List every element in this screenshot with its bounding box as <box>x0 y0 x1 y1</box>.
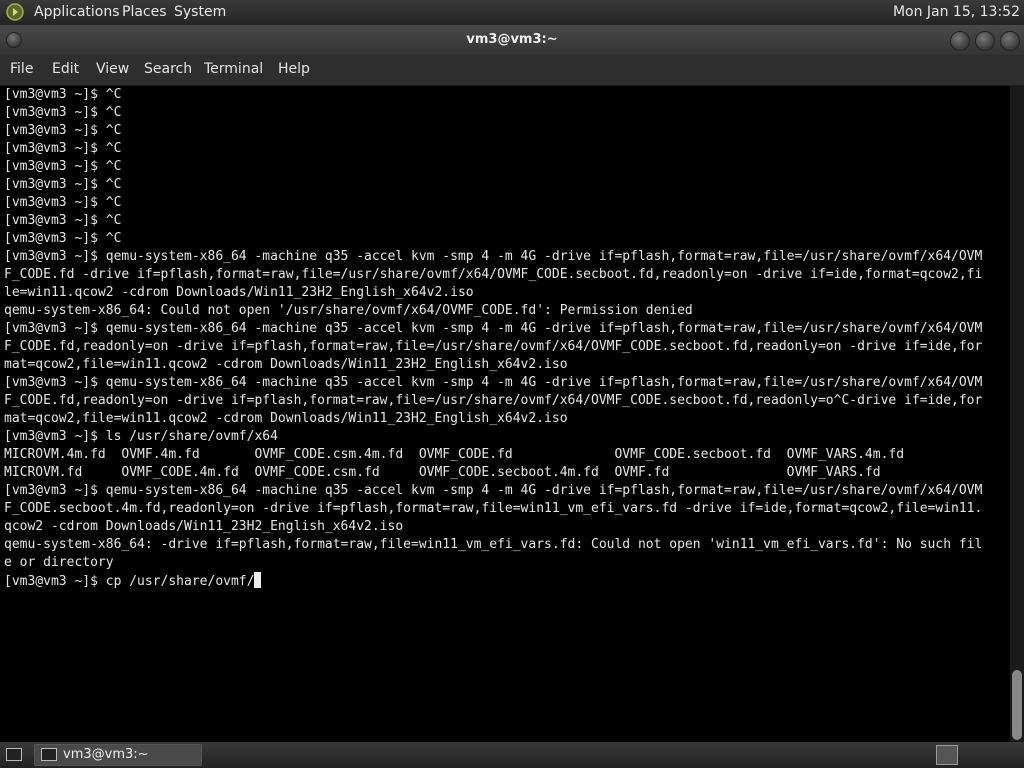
system-menu[interactable]: System <box>174 4 226 20</box>
terminal-line: [vm3@vm3 ~]$ qemu-system-x86_64 -machine… <box>4 249 983 264</box>
close-button[interactable] <box>1000 31 1020 51</box>
menu-terminal[interactable]: Terminal <box>204 61 263 77</box>
terminal-line: [vm3@vm3 ~]$ ^C <box>4 105 122 120</box>
workspace-switcher-icon[interactable] <box>936 745 958 765</box>
terminal-line: qemu-system-x86_64: -drive if=pflash,for… <box>4 537 983 552</box>
terminal-prompt-line[interactable]: [vm3@vm3 ~]$ cp /usr/share/ovmf/ <box>4 574 254 589</box>
scrollbar-thumb[interactable] <box>1012 670 1022 740</box>
terminal-line: mat=qcow2,file=win11.qcow2 -cdrom Downlo… <box>4 357 568 372</box>
terminal-line: [vm3@vm3 ~]$ qemu-system-x86_64 -machine… <box>4 375 983 390</box>
terminal-line: F_CODE.fd,readonly=on -drive if=pflash,f… <box>4 393 983 408</box>
terminal-line: [vm3@vm3 ~]$ qemu-system-x86_64 -machine… <box>4 483 983 498</box>
terminal-line: [vm3@vm3 ~]$ ^C <box>4 195 122 210</box>
distro-logo-icon[interactable] <box>6 3 24 21</box>
show-desktop-icon[interactable] <box>6 748 22 761</box>
menubar: File Edit View Search Terminal Help <box>0 55 1024 86</box>
taskbar-terminal-label: vm3@vm3:~ <box>63 747 149 762</box>
menu-search[interactable]: Search <box>144 61 192 77</box>
terminal-line: F_CODE.secboot.4m.fd,readonly=on -drive … <box>4 501 983 516</box>
taskbar-terminal-button[interactable]: vm3@vm3:~ <box>34 744 202 766</box>
menu-edit[interactable]: Edit <box>52 61 79 77</box>
bottom-panel: vm3@vm3:~ <box>0 742 1024 768</box>
top-panel: Applications Places System Mon Jan 15, 1… <box>0 0 1024 25</box>
terminal-line: [vm3@vm3 ~]$ ^C <box>4 87 122 102</box>
terminal-line: [vm3@vm3 ~]$ qemu-system-x86_64 -machine… <box>4 321 983 336</box>
terminal-icon <box>41 748 57 761</box>
terminal-line: mat=qcow2,file=win11.qcow2 -cdrom Downlo… <box>4 411 568 426</box>
terminal-output[interactable]: [vm3@vm3 ~]$ ^C [vm3@vm3 ~]$ ^C [vm3@vm3… <box>0 86 1010 742</box>
applications-menu[interactable]: Applications <box>34 4 120 20</box>
clock[interactable]: Mon Jan 15, 13:52 <box>893 4 1020 20</box>
terminal-line: F_CODE.fd -drive if=pflash,format=raw,fi… <box>4 267 983 282</box>
terminal-line: e or directory <box>4 555 114 570</box>
terminal-line: MICROVM.4m.fd OVMF.4m.fd OVMF_CODE.csm.4… <box>4 447 905 462</box>
window-titlebar[interactable]: vm3@vm3:~ <box>0 25 1024 55</box>
terminal-line: le=win11.qcow2 -cdrom Downloads/Win11_23… <box>4 285 474 300</box>
places-menu[interactable]: Places <box>122 4 167 20</box>
terminal-line: [vm3@vm3 ~]$ ^C <box>4 141 122 156</box>
terminal-line: [vm3@vm3 ~]$ ls /usr/share/ovmf/x64 <box>4 429 278 444</box>
terminal-text: [vm3@vm3 ~]$ ^C [vm3@vm3 ~]$ ^C [vm3@vm3… <box>0 86 1010 591</box>
menu-help[interactable]: Help <box>278 61 310 77</box>
menu-file[interactable]: File <box>10 61 33 77</box>
minimize-button[interactable] <box>950 31 970 51</box>
vertical-scrollbar[interactable] <box>1010 86 1024 742</box>
terminal-line: [vm3@vm3 ~]$ ^C <box>4 213 122 228</box>
window-title: vm3@vm3:~ <box>466 32 558 47</box>
terminal-line: MICROVM.fd OVMF_CODE.4m.fd OVMF_CODE.csm… <box>4 465 881 480</box>
terminal-line: qcow2 -cdrom Downloads/Win11_23H2_Englis… <box>4 519 404 534</box>
terminal-line: [vm3@vm3 ~]$ ^C <box>4 231 122 246</box>
terminal-line: F_CODE.fd,readonly=on -drive if=pflash,f… <box>4 339 983 354</box>
menu-view[interactable]: View <box>96 61 129 77</box>
text-cursor <box>254 572 262 588</box>
terminal-line: [vm3@vm3 ~]$ ^C <box>4 123 122 138</box>
terminal-line: [vm3@vm3 ~]$ ^C <box>4 159 122 174</box>
terminal-line: qemu-system-x86_64: Could not open '/usr… <box>4 303 693 318</box>
maximize-button[interactable] <box>975 31 995 51</box>
terminal-line: [vm3@vm3 ~]$ ^C <box>4 177 122 192</box>
